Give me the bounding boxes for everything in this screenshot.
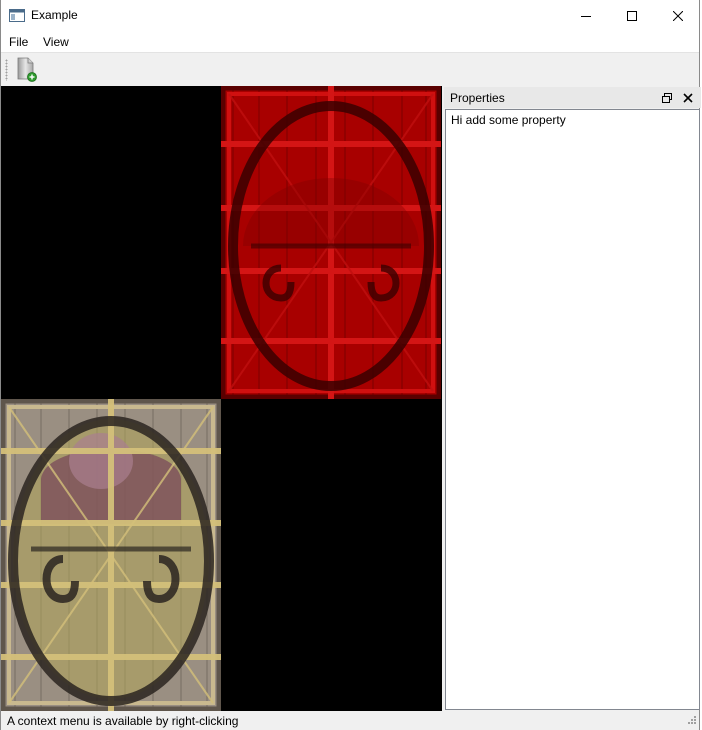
properties-text: Hi add some property <box>451 113 566 127</box>
app-window-icon <box>9 9 25 22</box>
toolbar-grip[interactable] <box>5 59 8 81</box>
properties-text-area[interactable]: Hi add some property <box>445 109 700 710</box>
menu-file[interactable]: File <box>9 35 28 49</box>
new-document-icon <box>17 57 37 82</box>
toolbar <box>1 52 699 86</box>
close-icon <box>683 93 693 103</box>
red-crate-texture <box>221 86 441 399</box>
central-view[interactable] <box>1 86 442 711</box>
minimize-icon <box>581 15 591 17</box>
status-message: A context menu is available by right-cli… <box>7 714 239 728</box>
title-bar[interactable]: Example <box>1 0 699 31</box>
wood-crate-texture <box>1 399 221 711</box>
maximize-button[interactable] <box>609 0 655 31</box>
window-title: Example <box>31 8 78 22</box>
properties-dock: Properties Hi add some property <box>444 87 702 711</box>
menu-bar: File View <box>1 31 699 52</box>
maximize-icon <box>627 10 637 21</box>
float-icon <box>662 93 672 103</box>
status-bar: A context menu is available by right-cli… <box>1 711 699 730</box>
dock-title: Properties <box>450 91 505 105</box>
dock-close-button[interactable] <box>681 91 695 105</box>
minimize-button[interactable] <box>563 0 609 31</box>
dock-title-bar[interactable]: Properties <box>444 87 701 108</box>
size-grip-icon[interactable] <box>685 715 697 727</box>
float-button[interactable] <box>660 91 674 105</box>
menu-view[interactable]: View <box>43 35 69 49</box>
close-icon <box>673 10 683 21</box>
new-button[interactable] <box>15 57 39 83</box>
close-button[interactable] <box>655 0 701 31</box>
main-window: Example File View Properties Hi add some… <box>0 0 702 730</box>
